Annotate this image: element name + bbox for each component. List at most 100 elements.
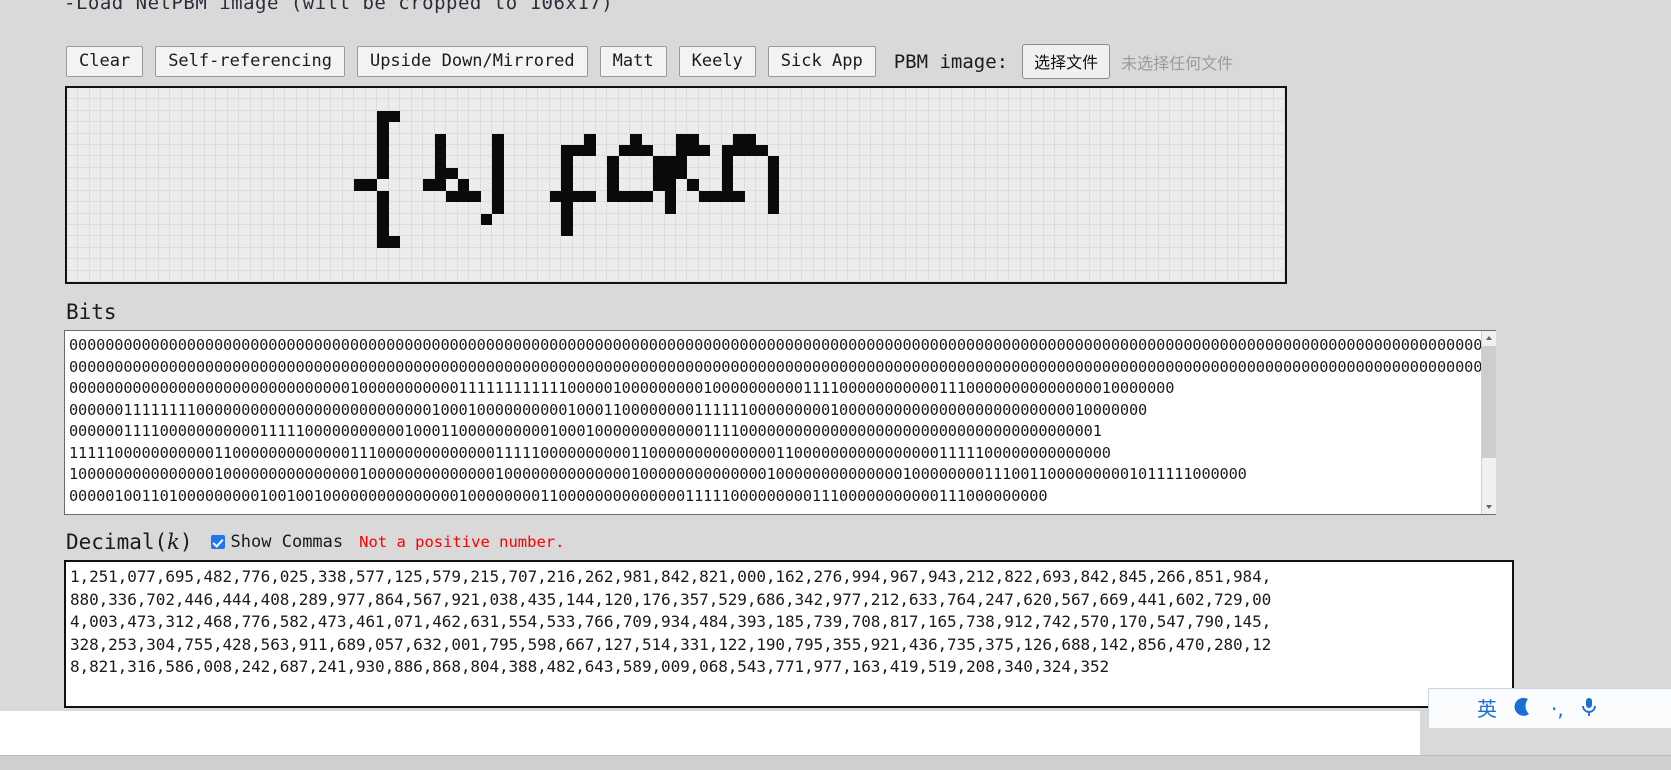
bitmap-cell[interactable] bbox=[549, 179, 562, 191]
bitmap-cell[interactable] bbox=[744, 213, 757, 225]
bitmap-cell[interactable] bbox=[974, 247, 987, 260]
bitmap-cell[interactable] bbox=[802, 259, 814, 271]
bitmap-cell[interactable] bbox=[905, 224, 918, 237]
bitmap-cell[interactable] bbox=[1147, 236, 1159, 248]
bitmap-cell[interactable] bbox=[423, 236, 435, 248]
bitmap-cell[interactable] bbox=[78, 270, 90, 282]
bitmap-cell[interactable] bbox=[1170, 156, 1182, 168]
bitmap-cell[interactable] bbox=[951, 213, 964, 225]
bitmap-cell[interactable] bbox=[1262, 167, 1274, 180]
bitmap-cell[interactable] bbox=[813, 224, 826, 237]
bitmap-cell[interactable] bbox=[940, 179, 952, 191]
bitmap-cell[interactable] bbox=[664, 259, 676, 271]
bitmap-cell[interactable] bbox=[687, 179, 699, 191]
bitmap-cell[interactable] bbox=[1227, 270, 1240, 282]
bitmap-cell[interactable] bbox=[698, 145, 711, 157]
bitmap-cell[interactable] bbox=[400, 133, 412, 146]
bitmap-cell[interactable] bbox=[859, 190, 872, 203]
bitmap-cell[interactable] bbox=[239, 190, 251, 203]
bitmap-cell[interactable] bbox=[917, 259, 929, 271]
bitmap-cell[interactable] bbox=[997, 213, 1010, 225]
bitmap-cell[interactable] bbox=[917, 88, 929, 100]
bitmap-cell[interactable] bbox=[411, 133, 424, 146]
bitmap-cell[interactable] bbox=[963, 179, 975, 191]
bitmap-cell[interactable] bbox=[1170, 167, 1182, 180]
bitmap-cell[interactable] bbox=[1181, 202, 1194, 214]
bitmap-cell[interactable] bbox=[584, 259, 596, 271]
bitmap-cell[interactable] bbox=[676, 110, 688, 123]
bitmap-cell[interactable] bbox=[882, 270, 895, 282]
bitmap-cell[interactable] bbox=[1055, 179, 1067, 191]
bitmap-cell[interactable] bbox=[308, 224, 320, 237]
bitmap-cell[interactable] bbox=[1227, 259, 1240, 271]
bitmap-cell[interactable] bbox=[78, 99, 90, 111]
bitmap-cell[interactable] bbox=[89, 236, 102, 248]
bitmap-cell[interactable] bbox=[744, 167, 757, 180]
bitmap-cell[interactable] bbox=[411, 224, 424, 237]
bitmap-cell[interactable] bbox=[1101, 270, 1113, 282]
bitmap-cell[interactable] bbox=[400, 213, 412, 225]
bitmap-cell[interactable] bbox=[664, 145, 676, 157]
bitmap-cell[interactable] bbox=[940, 99, 952, 111]
bitmap-cell[interactable] bbox=[1239, 122, 1251, 134]
bitmap-cell[interactable] bbox=[262, 122, 274, 134]
bitmap-cell[interactable] bbox=[331, 247, 343, 260]
bitmap-cell[interactable] bbox=[859, 224, 872, 237]
bitmap-cell[interactable] bbox=[1101, 259, 1113, 271]
bitmap-cell[interactable] bbox=[1216, 224, 1228, 237]
bitmap-cell[interactable] bbox=[400, 99, 412, 111]
bitmap-cell[interactable] bbox=[894, 88, 906, 100]
bitmap-cell[interactable] bbox=[951, 167, 964, 180]
bitmap-cell[interactable] bbox=[411, 167, 424, 180]
bitmap-cell[interactable] bbox=[653, 270, 665, 282]
bitmap-cell[interactable] bbox=[124, 167, 136, 180]
bitmap-cell[interactable] bbox=[813, 156, 826, 168]
bitmap-cell[interactable] bbox=[296, 167, 309, 180]
clear-button[interactable]: Clear bbox=[66, 45, 144, 78]
bitmap-cell[interactable] bbox=[1147, 110, 1159, 123]
bitmap-cell[interactable] bbox=[342, 236, 355, 248]
bitmap-cell[interactable] bbox=[802, 179, 814, 191]
bitmap-cell[interactable] bbox=[342, 247, 355, 260]
show-commas-label[interactable]: Show Commas bbox=[231, 532, 344, 552]
bitmap-cell[interactable] bbox=[457, 202, 470, 214]
bitmap-cell[interactable] bbox=[1262, 236, 1274, 248]
bitmap-cell[interactable] bbox=[928, 179, 941, 191]
bitmap-cell[interactable] bbox=[859, 156, 872, 168]
bitmap-cell[interactable] bbox=[135, 236, 148, 248]
bitmap-cell[interactable] bbox=[492, 270, 504, 282]
bitmap-cell[interactable] bbox=[549, 99, 562, 111]
bitmap-cell[interactable] bbox=[1216, 236, 1228, 248]
bitmap-cell[interactable] bbox=[859, 122, 872, 134]
bitmap-cell[interactable] bbox=[676, 224, 688, 237]
bitmap-cell[interactable] bbox=[480, 202, 493, 214]
bitmap-cell[interactable] bbox=[813, 247, 826, 260]
bitmap-cell[interactable] bbox=[158, 179, 171, 191]
bitmap-cell[interactable] bbox=[917, 145, 929, 157]
bitmap-cell[interactable] bbox=[1009, 213, 1021, 225]
bitmap-cell[interactable] bbox=[1227, 133, 1240, 146]
bitmap-cell[interactable] bbox=[549, 224, 562, 237]
bitmap-cell[interactable] bbox=[607, 213, 619, 225]
bitmap-cell[interactable] bbox=[388, 145, 401, 157]
bitmap-cell[interactable] bbox=[239, 270, 251, 282]
bitmap-cell[interactable] bbox=[1112, 156, 1125, 168]
bitmap-cell[interactable] bbox=[653, 122, 665, 134]
bitmap-cell[interactable] bbox=[767, 270, 780, 282]
bitmap-cell[interactable] bbox=[1032, 156, 1044, 168]
bitmap-cell[interactable] bbox=[503, 88, 516, 100]
bitmap-cell[interactable] bbox=[836, 213, 849, 225]
bitmap-cell[interactable] bbox=[1055, 259, 1067, 271]
bitmap-cell[interactable] bbox=[549, 247, 562, 260]
bitmap-cell[interactable] bbox=[239, 156, 251, 168]
bitmap-cell[interactable] bbox=[411, 122, 424, 134]
bitmap-cell[interactable] bbox=[882, 236, 895, 248]
bitmap-cell[interactable] bbox=[89, 145, 102, 157]
bitmap-cell[interactable] bbox=[216, 224, 228, 237]
bitmap-cell[interactable] bbox=[767, 202, 780, 214]
bitmap-cell[interactable] bbox=[1032, 179, 1044, 191]
bitmap-cell[interactable] bbox=[894, 247, 906, 260]
bitmap-cell[interactable] bbox=[1181, 259, 1194, 271]
bitmap-cell[interactable] bbox=[1273, 145, 1285, 157]
bitmap-cell[interactable] bbox=[698, 179, 711, 191]
